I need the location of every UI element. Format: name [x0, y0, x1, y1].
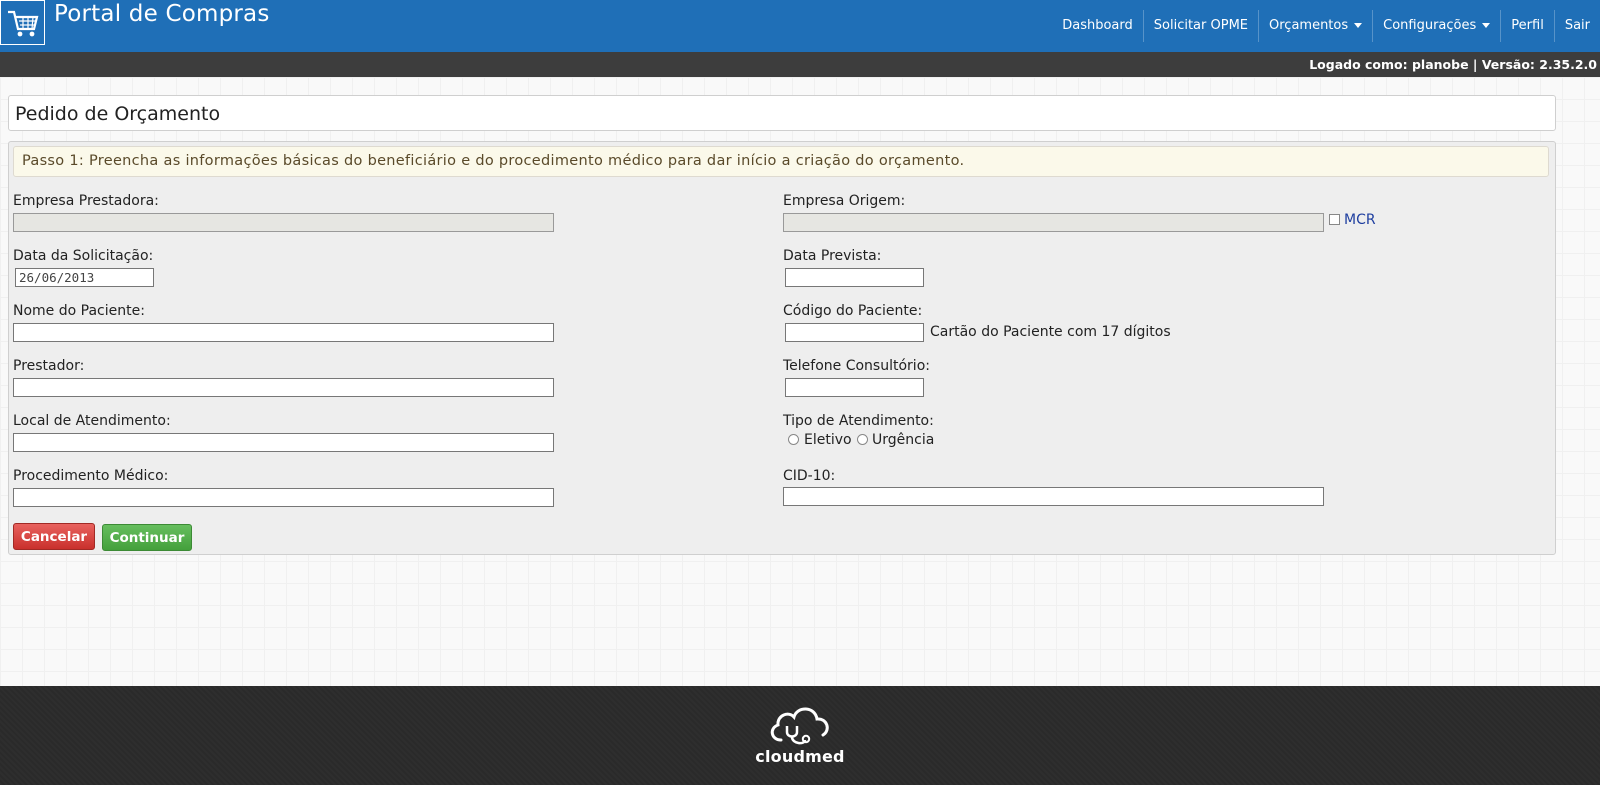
main-nav: Dashboard Solicitar OPME Orçamentos Conf… — [1052, 10, 1600, 42]
local-atendimento-field[interactable] — [13, 433, 554, 452]
nav-configuracoes[interactable]: Configurações — [1372, 10, 1500, 42]
cid10-field[interactable] — [783, 487, 1324, 506]
data-solicitacao-field[interactable] — [15, 268, 154, 287]
tipo-atendimento-label: Tipo de Atendimento: — [783, 413, 934, 429]
mcr-checkbox[interactable] — [1329, 214, 1340, 225]
eletivo-radio-label[interactable]: Eletivo — [804, 432, 852, 448]
telefone-consultorio-field[interactable] — [785, 378, 924, 397]
top-navbar: Portal de Compras Dashboard Solicitar OP… — [0, 0, 1600, 52]
procedimento-medico-label: Procedimento Médico: — [13, 468, 169, 484]
app-title[interactable]: Portal de Compras — [54, 1, 270, 27]
chevron-down-icon — [1354, 23, 1363, 28]
cid10-label: CID-10: — [783, 468, 836, 484]
nav-configuracoes-label: Configurações — [1383, 18, 1477, 33]
empresa-origem-label: Empresa Origem: — [783, 193, 906, 209]
page-title: Pedido de Orçamento — [15, 103, 221, 125]
eletivo-radio[interactable] — [788, 434, 799, 445]
login-version-text: Logado como: planobe | Versão: 2.35.2.0 — [1309, 57, 1597, 72]
data-solicitacao-label: Data da Solicitação: — [13, 248, 154, 264]
codigo-paciente-field[interactable] — [785, 323, 924, 342]
nav-solicitar-opme[interactable]: Solicitar OPME — [1142, 10, 1258, 42]
nav-dashboard[interactable]: Dashboard — [1052, 10, 1143, 42]
form-panel: Passo 1: Preencha as informações básicas… — [8, 141, 1556, 555]
empresa-origem-field[interactable] — [783, 213, 1324, 232]
chevron-down-icon — [1482, 23, 1491, 28]
prestador-field[interactable] — [13, 378, 554, 397]
local-atendimento-label: Local de Atendimento: — [13, 413, 171, 429]
cloud-stethoscope-icon — [0, 702, 1600, 752]
step-alert-text: Passo 1: Preencha as informações básicas… — [22, 153, 965, 169]
prestador-label: Prestador: — [13, 358, 85, 374]
data-prevista-label: Data Prevista: — [783, 248, 882, 264]
page-title-box: Pedido de Orçamento — [8, 95, 1556, 131]
data-prevista-field[interactable] — [785, 268, 924, 287]
urgencia-radio-label[interactable]: Urgência — [872, 432, 934, 448]
mcr-checkbox-label[interactable]: MCR — [1344, 212, 1376, 228]
cancel-button[interactable]: Cancelar — [13, 523, 95, 550]
nav-orcamentos[interactable]: Orçamentos — [1258, 10, 1372, 42]
footer-brand: cloudmed — [755, 747, 845, 766]
telefone-consultorio-label: Telefone Consultório: — [783, 358, 930, 374]
codigo-paciente-hint: Cartão do Paciente com 17 dígitos — [930, 324, 1171, 340]
urgencia-radio[interactable] — [857, 434, 868, 445]
procedimento-medico-field[interactable] — [13, 488, 554, 507]
continue-button[interactable]: Continuar — [102, 524, 192, 551]
nome-paciente-field[interactable] — [13, 323, 554, 342]
shopping-cart-icon[interactable] — [0, 0, 45, 45]
footer: cloudmed — [0, 686, 1600, 785]
codigo-paciente-label: Código do Paciente: — [783, 303, 923, 319]
status-bar: Logado como: planobe | Versão: 2.35.2.0 — [0, 52, 1600, 77]
nav-orcamentos-label: Orçamentos — [1269, 18, 1349, 33]
empresa-prestadora-label: Empresa Prestadora: — [13, 193, 159, 209]
step-alert: Passo 1: Preencha as informações básicas… — [13, 146, 1549, 177]
nav-perfil[interactable]: Perfil — [1500, 10, 1554, 42]
empresa-prestadora-field[interactable] — [13, 213, 554, 232]
nome-paciente-label: Nome do Paciente: — [13, 303, 145, 319]
nav-sair[interactable]: Sair — [1553, 10, 1600, 42]
